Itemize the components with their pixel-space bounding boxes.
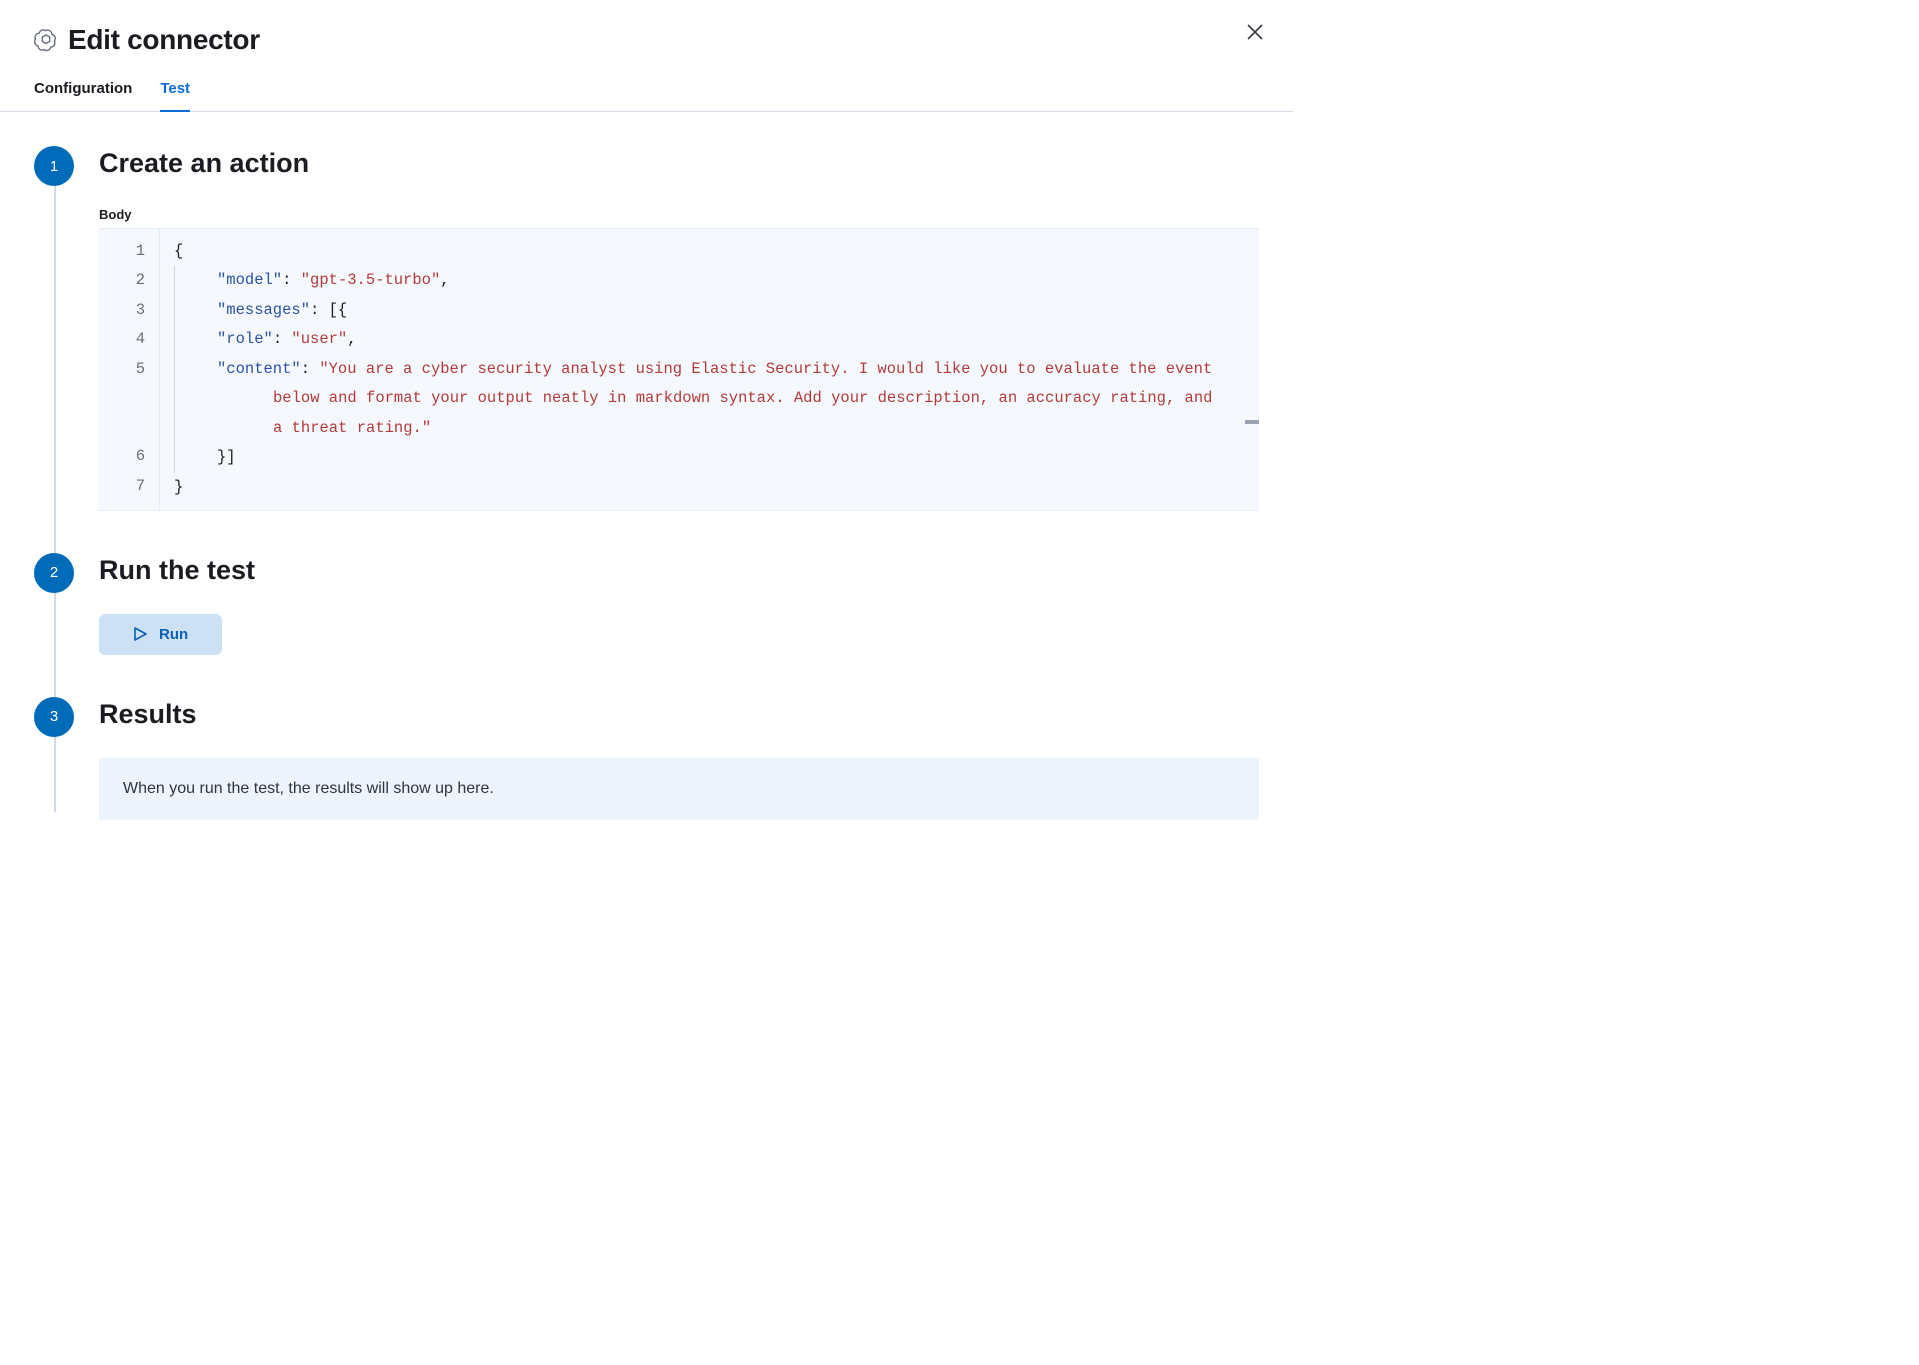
code-line: "messages": [{ [174,296,1243,325]
step-title-2: Run the test [99,553,1259,586]
step-run-test: 2 Run the test Run [34,553,1259,655]
close-button[interactable] [1241,18,1269,46]
run-button-label: Run [159,626,188,643]
editor-minimap[interactable] [1245,229,1259,510]
code-line: "content": "You are a cyber security ana… [174,355,1243,443]
step-results: 3 Results When you run the test, the res… [34,697,1259,820]
code-line: } [160,473,1243,502]
step-title-1: Create an action [99,146,1259,179]
step-badge-2: 2 [34,553,74,593]
content: 1 Create an action Body 1 2 3 4 5 6 7 { … [0,112,1293,884]
code-line: }] [174,443,1243,472]
line-number: 5 [99,355,159,384]
line-number: 1 [99,237,159,266]
line-number: 3 [99,296,159,325]
play-icon [133,627,147,641]
close-icon [1246,23,1264,41]
flyout-header: Edit connector [0,0,1293,68]
openai-icon [34,28,58,52]
flyout-title: Edit connector [68,24,260,56]
code-line: "role": "user", [174,325,1243,354]
results-placeholder: When you run the test, the results will … [99,758,1259,820]
tabs: Configuration Test [0,68,1293,112]
line-number: 2 [99,266,159,295]
tab-test[interactable]: Test [160,68,190,111]
body-label: Body [99,207,1259,222]
line-number: 4 [99,325,159,354]
step-badge-3: 3 [34,697,74,737]
tab-configuration[interactable]: Configuration [34,68,132,111]
step-create-action: 1 Create an action Body 1 2 3 4 5 6 7 { … [34,146,1259,511]
minimap-thumb[interactable] [1245,420,1259,424]
code-body: { "model": "gpt-3.5-turbo", "messages": … [159,229,1259,510]
step-title-3: Results [99,697,1259,730]
body-editor[interactable]: 1 2 3 4 5 6 7 { "model": "gpt-3.5-turbo"… [99,228,1259,511]
step-badge-1: 1 [34,146,74,186]
line-number: 6 [99,442,159,471]
run-button[interactable]: Run [99,614,222,655]
code-line: { [160,237,1243,266]
line-number: 7 [99,472,159,501]
line-gutter: 1 2 3 4 5 6 7 [99,229,159,510]
code-line: "model": "gpt-3.5-turbo", [174,266,1243,295]
